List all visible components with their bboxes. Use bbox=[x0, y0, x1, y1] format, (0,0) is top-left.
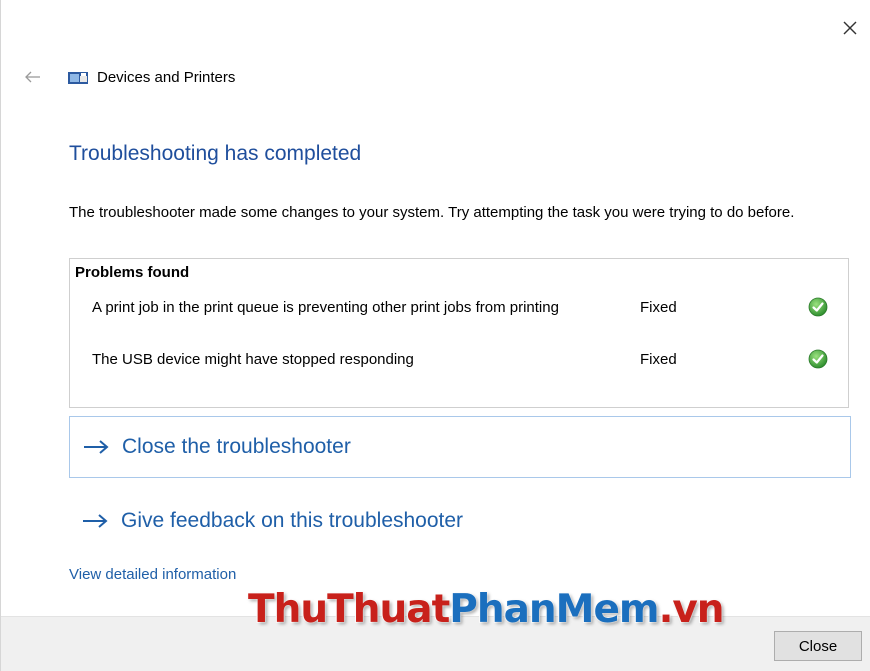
problem-status: Fixed bbox=[640, 299, 677, 316]
page-title: Troubleshooting has completed bbox=[69, 142, 362, 165]
navigation-bar: Devices and Printers bbox=[23, 66, 235, 88]
problem-status: Fixed bbox=[640, 351, 677, 368]
view-detailed-information-link[interactable]: View detailed information bbox=[69, 566, 236, 583]
nav-title: Devices and Printers bbox=[97, 68, 236, 86]
give-feedback-label: Give feedback on this troubleshooter bbox=[121, 509, 464, 532]
right-arrow-icon bbox=[84, 440, 109, 454]
problem-text: The USB device might have stopped respon… bbox=[92, 351, 414, 368]
give-feedback-link[interactable]: Give feedback on this troubleshooter bbox=[69, 490, 851, 552]
problem-text: A print job in the print queue is preven… bbox=[92, 299, 559, 316]
problems-header: Problems found bbox=[75, 264, 190, 281]
close-icon[interactable] bbox=[840, 18, 860, 38]
description-text: The troubleshooter made some changes to … bbox=[69, 204, 795, 221]
problems-found-panel: Problems found A print job in the print … bbox=[69, 258, 849, 408]
close-troubleshooter-link[interactable]: Close the troubleshooter bbox=[69, 416, 851, 478]
back-arrow-icon[interactable] bbox=[23, 67, 43, 87]
green-check-icon bbox=[808, 297, 828, 317]
close-button[interactable]: Close bbox=[774, 631, 862, 661]
footer-bar bbox=[1, 616, 870, 671]
right-arrow-icon bbox=[83, 514, 108, 528]
devices-printers-icon bbox=[68, 72, 88, 84]
close-troubleshooter-label: Close the troubleshooter bbox=[122, 435, 351, 458]
troubleshooter-window: Devices and Printers Troubleshooting has… bbox=[0, 0, 870, 671]
green-check-icon bbox=[808, 349, 828, 369]
